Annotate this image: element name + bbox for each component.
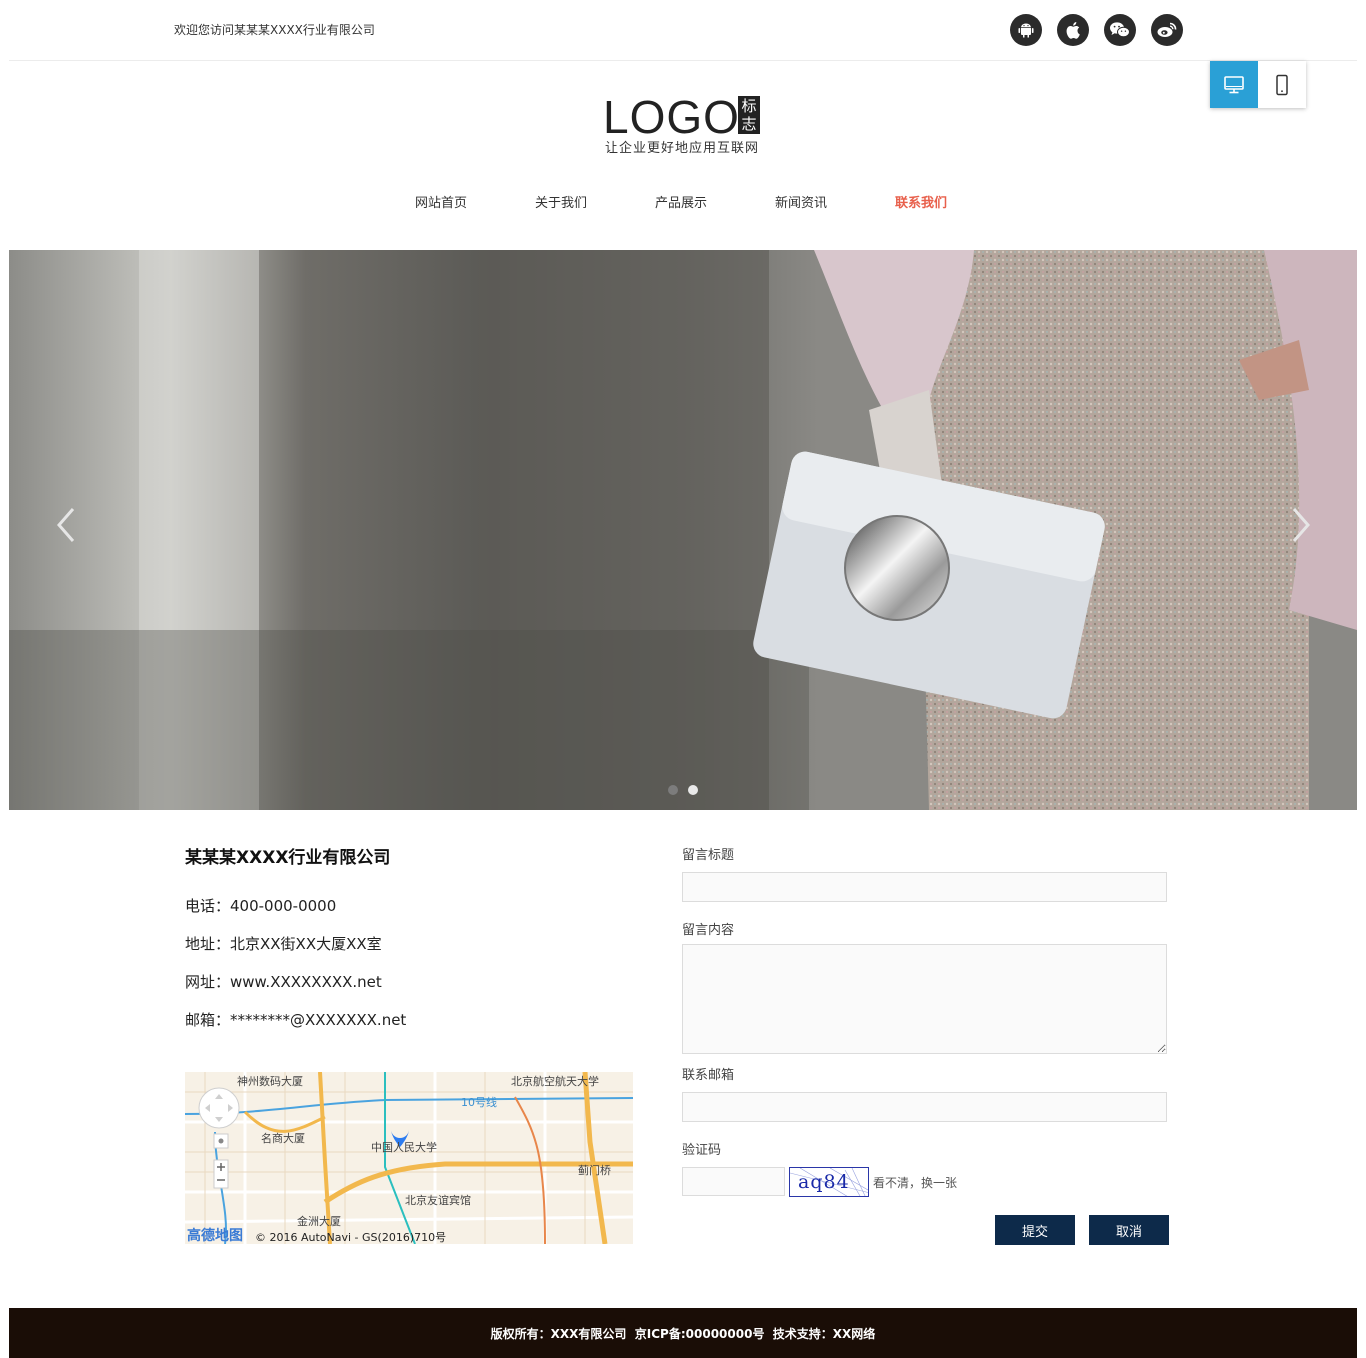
mobile-view-button[interactable] (1258, 61, 1306, 108)
map-label: 名商大厦 (261, 1132, 305, 1145)
logo-text: LOGO (603, 91, 740, 143)
android-icon[interactable] (1010, 14, 1042, 46)
captcha-text: aq84 (798, 1171, 850, 1193)
welcome-text: 欢迎您访问某某某XXXX行业有限公司 (174, 23, 375, 37)
map-label: 北京航空航天大学 (511, 1075, 599, 1088)
site-logo[interactable]: LOGO 标志 让企业更好地应用互联网 (603, 92, 763, 158)
footer: 版权所有：XXX有限公司 京ICP备:00000000号 技术支持：XX网络 (9, 1308, 1357, 1358)
wechat-icon[interactable] (1104, 14, 1136, 46)
device-switch (1210, 61, 1306, 108)
nav-products[interactable]: 产品展示 (655, 192, 707, 211)
map-label: 蓟门桥 (578, 1164, 611, 1177)
nav-about[interactable]: 关于我们 (535, 192, 587, 211)
captcha-input[interactable] (682, 1167, 785, 1196)
logo-box-text: 标志 (738, 96, 760, 134)
captcha-refresh-link[interactable]: 看不清，换一张 (873, 1174, 957, 1191)
map-copyright: © 2016 AutoNavi - GS(2016)710号 (255, 1231, 447, 1244)
map-brand: 高德地图 (187, 1228, 243, 1244)
company-name: 某某某XXXX行业有限公司 (185, 848, 391, 868)
map-label: 金洲大厦 (297, 1215, 341, 1228)
title-label: 留言标题 (682, 848, 735, 863)
map-label: 北京友谊宾馆 (405, 1194, 471, 1207)
nav-news[interactable]: 新闻资讯 (775, 192, 827, 211)
nav-contact[interactable]: 联系我们 (895, 192, 947, 211)
chevron-left-icon[interactable] (55, 505, 77, 545)
desktop-icon (1224, 75, 1244, 93)
slide-dot-1[interactable] (668, 785, 678, 795)
map-roads (185, 1072, 633, 1244)
content-textarea[interactable] (682, 944, 1167, 1054)
email-label: 联系邮箱 (682, 1068, 735, 1083)
contact-address: 地址：北京XX街XX大厦XX室 (185, 935, 382, 953)
contact-phone: 电话：400-000-0000 (185, 897, 337, 915)
captcha-label: 验证码 (682, 1143, 722, 1158)
slider-dots (668, 785, 698, 795)
weibo-icon[interactable] (1151, 14, 1183, 46)
title-input[interactable] (682, 872, 1167, 902)
footer-text: 版权所有：XXX有限公司 京ICP备:00000000号 技术支持：XX网络 (490, 1326, 876, 1341)
nav-home[interactable]: 网站首页 (415, 192, 467, 211)
cancel-button[interactable]: 取消 (1089, 1215, 1169, 1245)
desktop-view-button[interactable] (1210, 61, 1258, 108)
map-label: 中国人民大学 (371, 1141, 437, 1154)
logo-slogan: 让企业更好地应用互联网 (605, 141, 760, 156)
location-map[interactable]: 神州数码大厦 北京航空航天大学 10号线 名商大厦 中国人民大学 蓟门桥 北京友… (185, 1072, 633, 1244)
slide-dot-2[interactable] (688, 785, 698, 795)
map-label: 10号线 (461, 1096, 497, 1109)
mobile-icon (1276, 74, 1288, 95)
map-label: 神州数码大厦 (237, 1075, 303, 1088)
captcha-image[interactable]: aq84 (789, 1167, 869, 1197)
banner-image (9, 250, 1357, 810)
email-input[interactable] (682, 1092, 1167, 1122)
apple-icon[interactable] (1057, 14, 1089, 46)
content-label: 留言内容 (682, 923, 735, 938)
contact-website: 网址：www.XXXXXXXX.net (185, 973, 382, 991)
contact-email: 邮箱：********@XXXXXXX.net (185, 1011, 407, 1029)
chevron-right-icon[interactable] (1290, 505, 1312, 545)
submit-button[interactable]: 提交 (995, 1215, 1075, 1245)
banner-slider (9, 250, 1357, 810)
